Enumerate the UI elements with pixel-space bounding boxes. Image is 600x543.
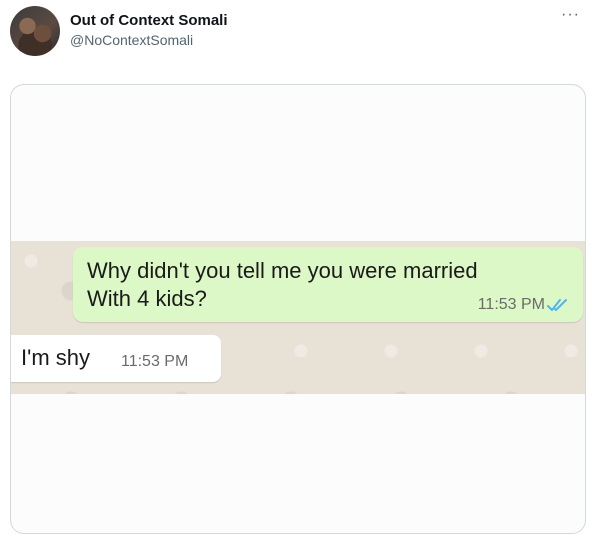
incoming-message-text: I'm shy xyxy=(21,345,90,370)
avatar[interactable] xyxy=(10,6,60,56)
incoming-message-bubble: I'm shy 11:53 PM xyxy=(11,335,221,382)
display-name[interactable]: Out of Context Somali xyxy=(70,12,228,29)
incoming-message-time: 11:53 PM xyxy=(121,353,189,370)
outgoing-message-bubble: Why didn't you tell me you were married … xyxy=(73,247,583,322)
user-handle[interactable]: @NoContextSomali xyxy=(70,32,193,48)
outgoing-message-time: 11:53 PM xyxy=(477,296,545,313)
tweet-image-card[interactable]: Why didn't you tell me you were married … xyxy=(10,84,586,534)
chat-screenshot: Why didn't you tell me you were married … xyxy=(11,241,585,394)
double-check-icon xyxy=(547,299,567,311)
tweet-header: Out of Context Somali @NoContextSomali ·… xyxy=(0,0,600,70)
more-options-icon[interactable]: ··· xyxy=(561,7,580,23)
